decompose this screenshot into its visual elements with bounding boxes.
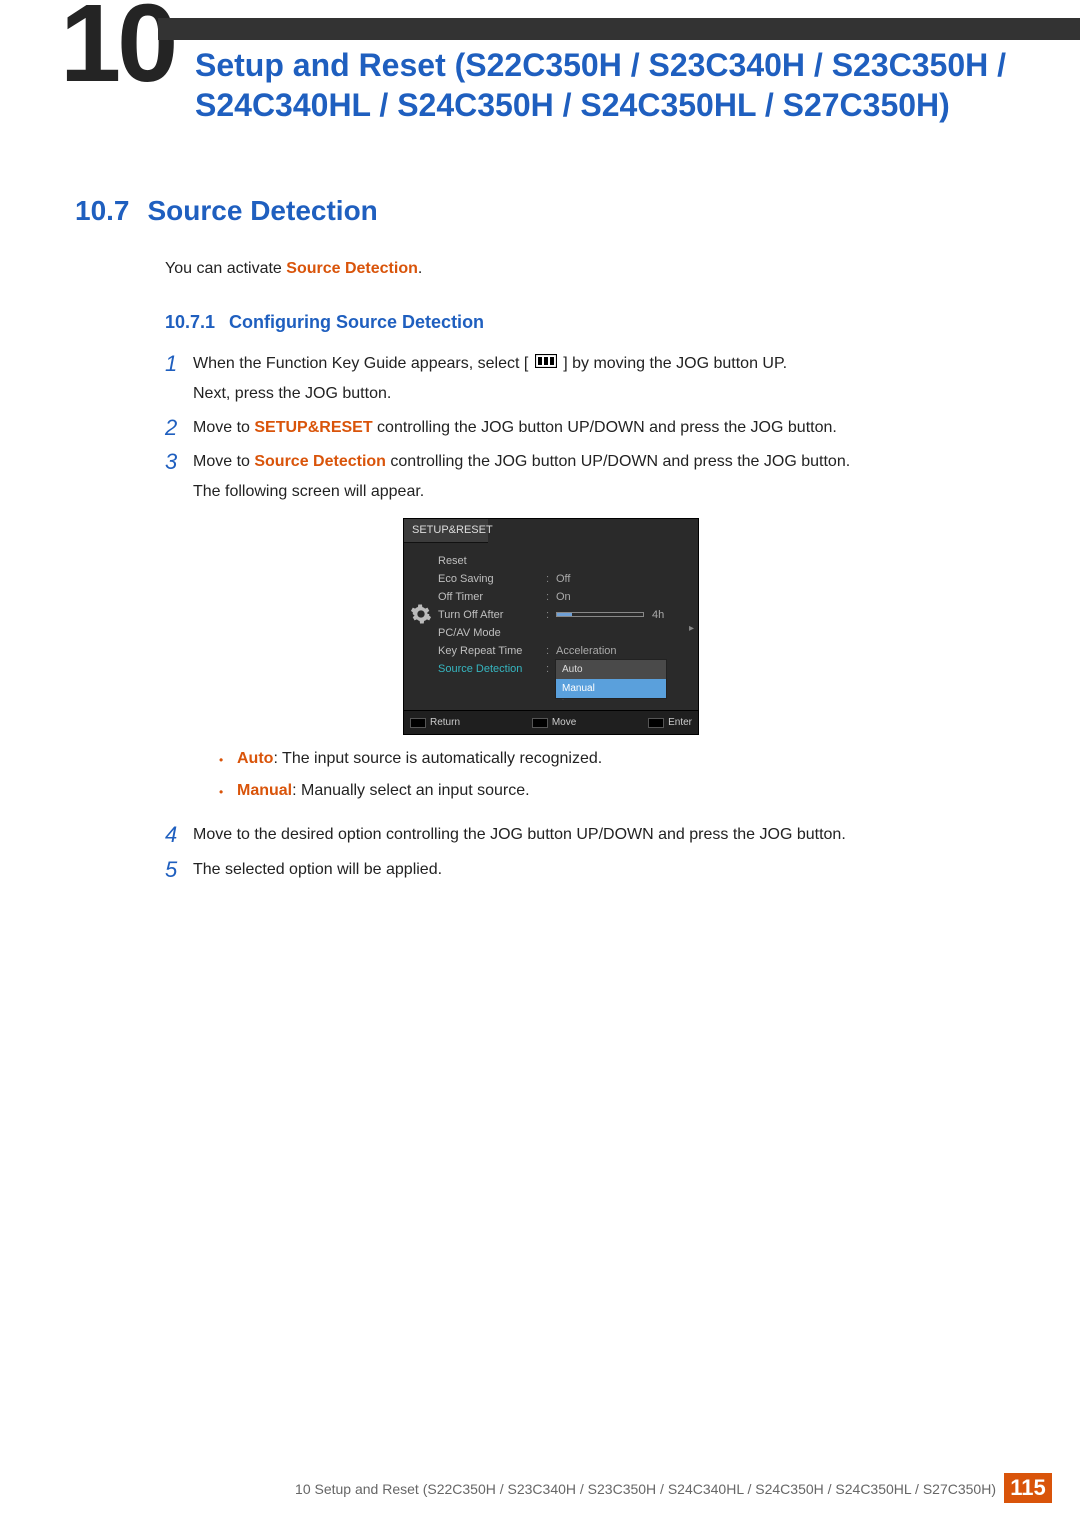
osd-row-turnoff: Turn Off After:4h [438, 607, 688, 623]
osd-label: PC/AV Mode [438, 625, 546, 642]
step-2: 2 Move to SETUP&RESET controlling the JO… [165, 416, 1010, 440]
osd-label: Turn Off After [438, 607, 546, 624]
osd-label: Off Timer [438, 589, 546, 606]
bullet-label: Auto [237, 750, 273, 767]
section-number: 10.7 [75, 195, 130, 226]
step3-highlight: Source Detection [254, 453, 386, 470]
osd-slider-value: 4h [652, 609, 664, 621]
section-title: Source Detection [148, 195, 378, 226]
subsection-number: 10.7.1 [165, 312, 215, 332]
chapter-title: Setup and Reset (S22C350H / S23C340H / S… [195, 45, 1020, 125]
osd-value: Off [556, 571, 688, 588]
osd-row-keyrepeat: Key Repeat Time:Acceleration [438, 643, 688, 659]
step2-highlight: SETUP&RESET [254, 419, 372, 436]
footer-text: 10 Setup and Reset (S22C350H / S23C340H … [295, 1481, 996, 1497]
step-number: 3 [165, 450, 193, 813]
gear-icon [410, 603, 432, 625]
osd-screenshot: SETUP&RESET Reset Eco Saving:Off Off Tim… [403, 518, 699, 735]
osd-dropdown: Auto Manual [555, 659, 667, 699]
step3-text-c: The following screen will appear. [193, 480, 1010, 504]
intro-term: Source Detection [286, 260, 418, 277]
step-number: 1 [165, 352, 193, 406]
step1-text-b: ] by moving the JOG button UP. [563, 355, 787, 372]
step2-text-b: controlling the JOG button UP/DOWN and p… [373, 419, 837, 436]
osd-label: Source Detection [438, 661, 546, 678]
osd-value: Acceleration [556, 643, 688, 660]
step4-text: Move to the desired option controlling t… [193, 823, 1010, 847]
osd-value: 4h [556, 607, 688, 624]
step-5: 5 The selected option will be applied. [165, 858, 1010, 882]
bullet-auto: Auto: The input source is automatically … [219, 747, 1010, 771]
osd-row-eco: Eco Saving:Off [438, 571, 688, 587]
osd-footer: Return Move Enter [404, 710, 698, 734]
subsection-heading: 10.7.1 Configuring Source Detection [165, 312, 484, 333]
osd-row-pcav: PC/AV Mode [438, 625, 688, 641]
step-number: 5 [165, 858, 193, 882]
osd-slider [556, 612, 644, 617]
osd-body: Reset Eco Saving:Off Off Timer:On Turn O… [404, 543, 698, 711]
step1-text-a: When the Function Key Guide appears, sel… [193, 355, 528, 372]
bullet-label: Manual [237, 782, 292, 799]
osd-label: Reset [438, 553, 546, 570]
bullet-manual: Manual: Manually select an input source. [219, 779, 1010, 803]
osd-tab: SETUP&RESET [404, 519, 488, 543]
subsection-title: Configuring Source Detection [229, 312, 484, 332]
intro-line: You can activate Source Detection. [165, 260, 422, 278]
step-1: 1 When the Function Key Guide appears, s… [165, 352, 1010, 406]
intro-suffix: . [418, 260, 422, 277]
step-number: 2 [165, 416, 193, 440]
section-heading: 10.7 Source Detection [75, 195, 378, 227]
menu-grid-icon [535, 352, 557, 376]
bullet-text: : Manually select an input source. [292, 782, 529, 799]
header-band [158, 18, 1080, 40]
option-bullets: Auto: The input source is automatically … [219, 747, 1010, 803]
step2-text-a: Move to [193, 419, 254, 436]
steps-list: 1 When the Function Key Guide appears, s… [165, 352, 1010, 892]
osd-option-auto: Auto [556, 660, 666, 679]
osd-footer-return: Return [410, 715, 460, 730]
osd-footer-move: Move [532, 715, 576, 730]
chapter-number-bg: 10 [60, 0, 174, 88]
intro-prefix: You can activate [165, 260, 286, 277]
step3-text-b: controlling the JOG button UP/DOWN and p… [386, 453, 850, 470]
bullet-text: : The input source is automatically reco… [273, 750, 602, 767]
osd-row-reset: Reset [438, 553, 688, 569]
step5-text: The selected option will be applied. [193, 858, 1010, 882]
step1-text-c: Next, press the JOG button. [193, 382, 1010, 406]
osd-footer-enter: Enter [648, 715, 692, 730]
chevron-right-icon: ▸ [689, 621, 694, 636]
page-footer: 10 Setup and Reset (S22C350H / S23C340H … [0, 1473, 1080, 1503]
osd-label: Eco Saving [438, 571, 546, 588]
step-4: 4 Move to the desired option controlling… [165, 823, 1010, 847]
step-number: 4 [165, 823, 193, 847]
osd-value: On [556, 589, 688, 606]
step3-text-a: Move to [193, 453, 254, 470]
osd-label: Key Repeat Time [438, 643, 546, 660]
page-number: 115 [1004, 1473, 1052, 1503]
osd-row-offtimer: Off Timer:On [438, 589, 688, 605]
step-3: 3 Move to Source Detection controlling t… [165, 450, 1010, 813]
osd-option-manual: Manual [556, 679, 666, 698]
